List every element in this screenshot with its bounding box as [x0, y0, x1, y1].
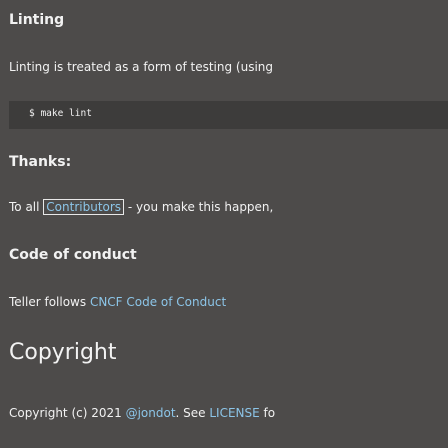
code-block: $ make lint — [9, 101, 448, 129]
license-link[interactable]: LICENSE — [209, 406, 259, 420]
thanks-heading: Thanks: — [9, 154, 72, 170]
linting-description: Linting is treated as a form of testing … — [9, 60, 274, 74]
copyright-text: Copyright (c) 2021 @jondot. See LICENSE … — [9, 406, 275, 420]
thanks-text: To all Contributors - you make this happ… — [9, 199, 274, 215]
code-of-conduct-heading: Code of conduct — [9, 247, 137, 263]
copyright-heading: Copyright — [9, 340, 117, 365]
conduct-text: Teller follows CNCF Code of Conduct — [9, 295, 226, 309]
cncf-code-of-conduct-link[interactable]: CNCF Code of Conduct — [90, 295, 226, 309]
readme-page: Linting Linting is treated as a form of … — [0, 0, 448, 448]
linting-heading: Linting — [9, 12, 65, 28]
copyright-prefix: Copyright (c) 2021 — [9, 406, 126, 420]
code-line: $ make lint — [29, 108, 92, 119]
thanks-prefix: To all — [9, 200, 44, 214]
copyright-suffix: fo — [259, 406, 276, 420]
jondot-link[interactable]: @jondot — [126, 406, 176, 420]
contributors-link[interactable]: Contributors — [43, 199, 125, 215]
thanks-suffix: - you make this happen, — [124, 200, 274, 214]
copyright-mid: . See — [175, 406, 210, 420]
conduct-prefix: Teller follows — [9, 295, 90, 309]
